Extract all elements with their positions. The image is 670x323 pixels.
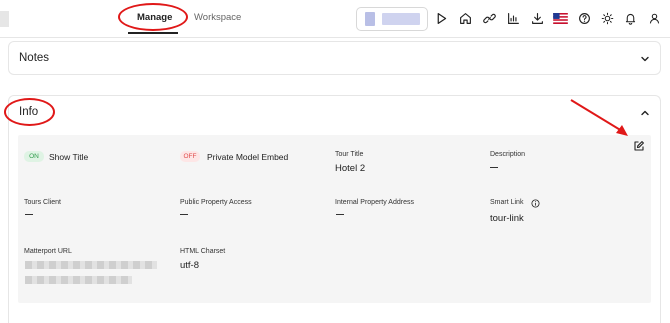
tour-title-label: Tour Title (335, 151, 364, 158)
analytics-icon[interactable] (505, 10, 521, 26)
matterport-url-blurred (25, 261, 157, 269)
help-icon[interactable] (576, 10, 592, 26)
model-thumbnail-blurred (365, 12, 375, 26)
brightness-icon[interactable] (599, 10, 615, 26)
description-empty-dash (490, 167, 498, 169)
html-charset-value: utf-8 (180, 260, 200, 271)
show-title-toggle[interactable]: ON (24, 151, 44, 162)
active-tab-underline (128, 32, 178, 34)
internal-address-label: Internal Property Address (335, 199, 414, 206)
home-icon[interactable] (457, 10, 473, 26)
html-charset-label: HTML Charset (180, 248, 226, 255)
play-icon[interactable] (433, 10, 449, 26)
smart-link-value: tour-link (490, 213, 524, 224)
chevron-up-icon[interactable] (640, 108, 650, 118)
show-title-label: Show Title (49, 152, 89, 162)
model-name-blurred (382, 13, 420, 25)
download-icon[interactable] (529, 10, 545, 26)
bell-icon[interactable] (622, 10, 638, 26)
link-icon[interactable] (481, 10, 497, 26)
notes-title: Notes (19, 52, 50, 64)
us-flag-icon[interactable] (552, 10, 568, 26)
matterport-url-label: Matterport URL (24, 248, 72, 255)
private-embed-toggle[interactable]: OFF (180, 151, 200, 162)
annotation-circle-manage (118, 3, 188, 31)
chevron-down-icon[interactable] (640, 54, 650, 64)
top-left-block (0, 11, 9, 27)
internal-address-empty-dash (336, 214, 344, 216)
smart-link-label: Smart Link (490, 199, 524, 206)
annotation-circle-info (4, 98, 55, 126)
user-icon[interactable] (646, 10, 662, 26)
tab-workspace[interactable]: Workspace (194, 12, 241, 23)
tour-title-value: Hotel 2 (335, 163, 366, 174)
tours-client-empty-dash (25, 214, 33, 216)
tours-client-label: Tours Client (24, 199, 61, 206)
matterport-url-blurred-line2 (25, 276, 132, 284)
private-embed-label: Private Model Embed (207, 152, 289, 162)
top-bar: Manage Workspace (0, 0, 670, 38)
public-access-label: Public Property Access (180, 199, 252, 206)
info-circle-icon[interactable] (531, 199, 540, 208)
edit-icon[interactable] (633, 140, 645, 152)
public-access-empty-dash (180, 214, 188, 216)
description-label: Description (490, 151, 526, 158)
notes-section[interactable]: Notes (8, 41, 661, 75)
